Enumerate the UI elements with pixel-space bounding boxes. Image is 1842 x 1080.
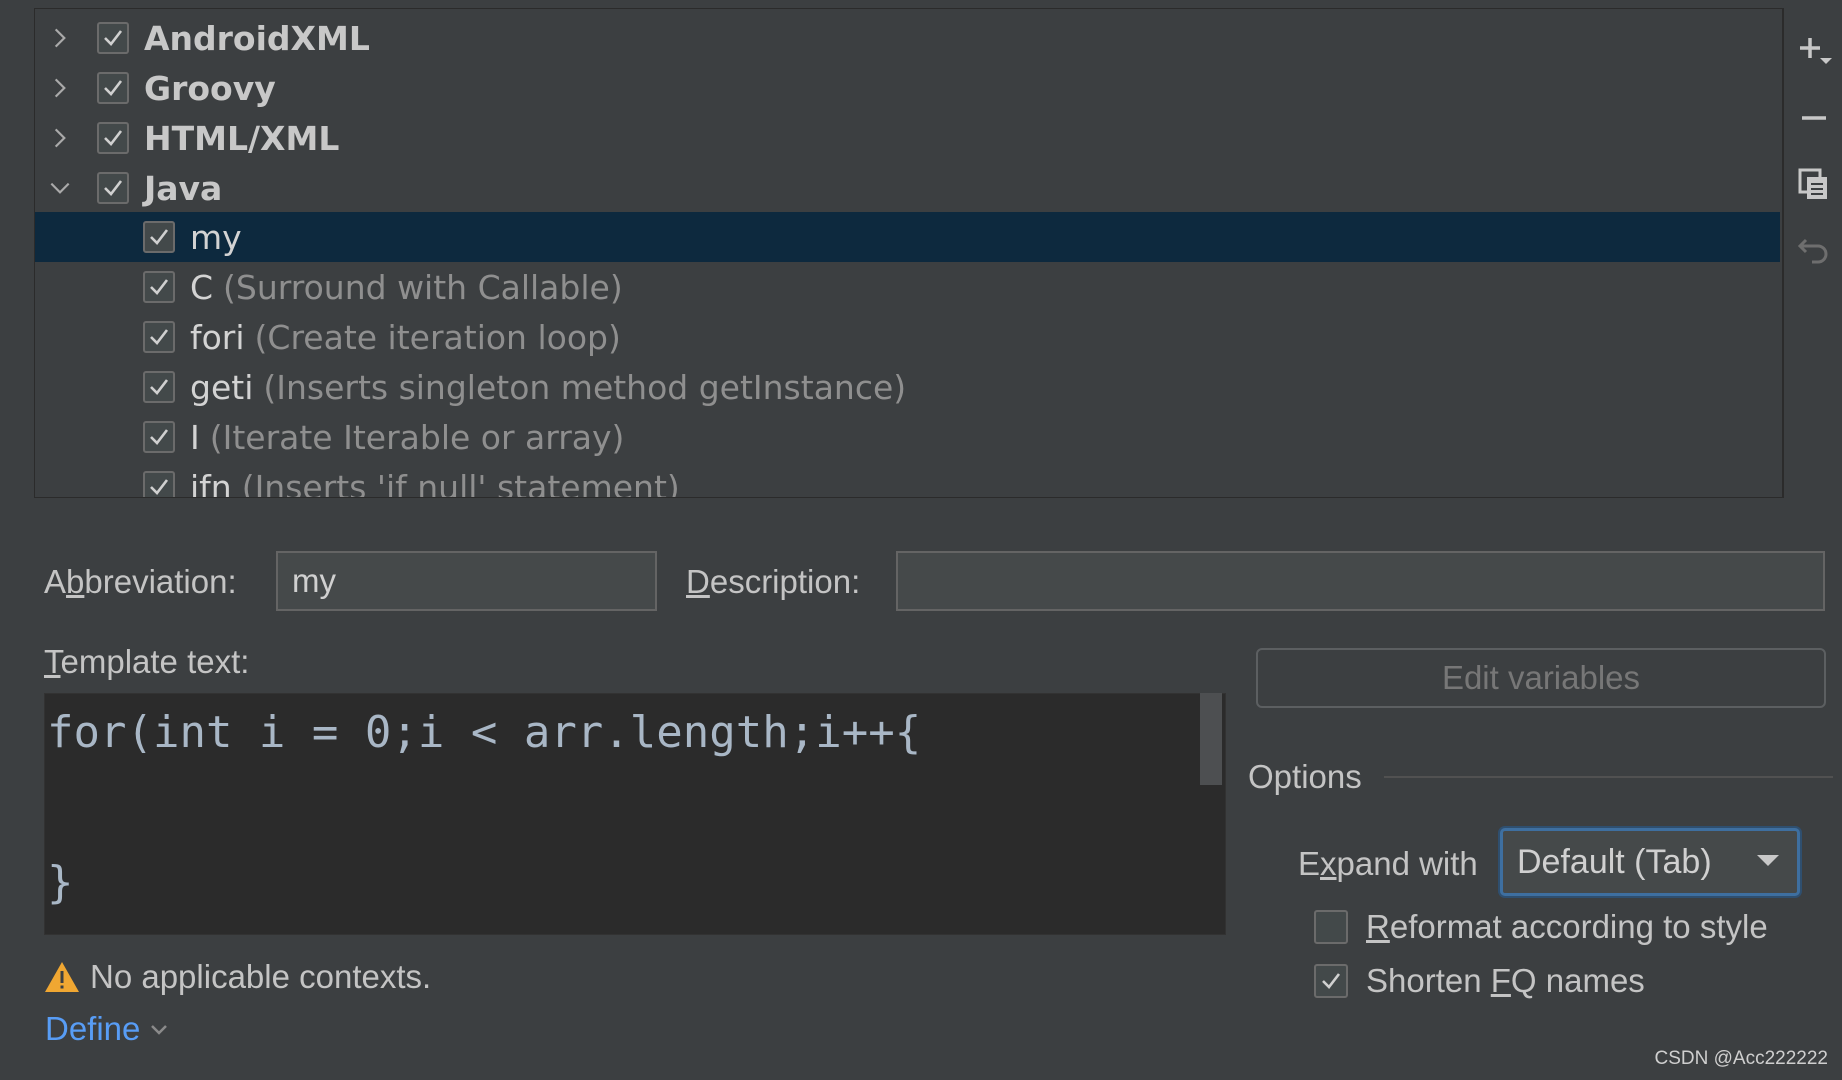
reformat-label: Reformat according to style (1366, 908, 1768, 945)
copy-icon[interactable] (1796, 164, 1832, 204)
template-description: (Create iteration loop) (254, 317, 621, 357)
reformat-option[interactable]: Reformat according to style (1314, 908, 1768, 946)
editor-scrollbar[interactable] (1200, 693, 1222, 785)
template-abbreviation: I (190, 417, 200, 457)
remove-icon[interactable] (1796, 98, 1832, 138)
abbreviation-value: my (292, 562, 336, 599)
dropdown-arrow-icon (1757, 855, 1779, 866)
shorten-fq-checkbox[interactable] (1314, 964, 1348, 998)
template-checkbox[interactable] (143, 271, 175, 303)
live-templates-tree[interactable]: AndroidXML Groovy HTML/XML Java my C (Su… (34, 8, 1783, 498)
context-warning: No applicable contexts. (44, 958, 431, 996)
group-name: HTML/XML (144, 118, 340, 158)
template-checkbox[interactable] (143, 421, 175, 453)
abbreviation-label: Abbreviation: (44, 563, 237, 600)
edit-variables-button[interactable]: Edit variables (1256, 648, 1826, 708)
watermark: CSDN @Acc222222 (1654, 1048, 1828, 1069)
template-item-geti[interactable]: geti (Inserts singleton method getInstan… (35, 362, 1780, 412)
add-icon[interactable] (1796, 30, 1832, 70)
template-abbreviation: C (190, 267, 214, 307)
group-checkbox[interactable] (97, 172, 129, 204)
template-item-ifn[interactable]: ifn (Inserts 'if null' statement) (35, 462, 1780, 498)
template-item-c[interactable]: C (Surround with Callable) (35, 262, 1780, 312)
tree-group-html-xml[interactable]: HTML/XML (35, 113, 1780, 163)
template-text-editor[interactable]: for(int i = 0;i < arr.length;i++{ } (44, 693, 1226, 935)
group-checkbox[interactable] (97, 122, 129, 154)
warning-text: No applicable contexts. (90, 958, 432, 995)
template-text-label: Template text: (44, 643, 250, 680)
expand-with-label: Expand with (1298, 845, 1478, 882)
group-name: Java (144, 168, 223, 208)
warning-icon (45, 962, 79, 992)
template-abbreviation: geti (190, 367, 254, 407)
reformat-checkbox[interactable] (1314, 910, 1348, 944)
template-item-fori[interactable]: fori (Create iteration loop) (35, 312, 1780, 362)
template-description: (Surround with Callable) (223, 267, 623, 307)
expand-with-select[interactable]: Default (Tab) (1500, 828, 1800, 896)
restore-icon[interactable] (1796, 230, 1832, 270)
chevron-right-icon[interactable] (45, 73, 75, 103)
template-description: (Inserts singleton method getInstance) (263, 367, 907, 407)
template-item-my[interactable]: my (35, 212, 1780, 262)
chevron-down-icon[interactable] (45, 173, 75, 203)
tree-group-groovy[interactable]: Groovy (35, 63, 1780, 113)
template-checkbox[interactable] (143, 371, 175, 403)
side-toolbar (1783, 8, 1842, 498)
template-description: (Iterate Iterable or array) (209, 417, 625, 457)
shorten-fq-label: Shorten FQ names (1366, 962, 1645, 999)
group-checkbox[interactable] (97, 22, 129, 54)
template-description: (Inserts 'if null' statement) (241, 467, 680, 498)
template-abbreviation: fori (190, 317, 245, 357)
shorten-fq-option[interactable]: Shorten FQ names (1314, 962, 1645, 1000)
template-item-i[interactable]: I (Iterate Iterable or array) (35, 412, 1780, 462)
description-input[interactable] (896, 551, 1825, 611)
template-checkbox[interactable] (143, 471, 175, 497)
tree-group-java[interactable]: Java (35, 163, 1780, 213)
template-checkbox[interactable] (143, 221, 175, 253)
template-checkbox[interactable] (143, 321, 175, 353)
define-label: Define (45, 1010, 141, 1047)
options-title: Options (1248, 758, 1362, 795)
template-abbreviation: my (190, 217, 242, 257)
chevron-down-icon (151, 1025, 168, 1035)
group-checkbox[interactable] (97, 72, 129, 104)
chevron-right-icon[interactable] (45, 23, 75, 53)
expand-with-value: Default (Tab) (1517, 842, 1712, 881)
description-label: Description: (686, 563, 861, 600)
template-abbreviation: ifn (190, 467, 232, 498)
group-name: Groovy (144, 68, 276, 108)
define-context-link[interactable]: Define (45, 1010, 170, 1048)
chevron-right-icon[interactable] (45, 123, 75, 153)
group-name: AndroidXML (144, 18, 370, 58)
abbreviation-input[interactable]: my (276, 551, 657, 611)
options-divider (1384, 776, 1833, 778)
tree-group-androidxml[interactable]: AndroidXML (35, 13, 1780, 63)
